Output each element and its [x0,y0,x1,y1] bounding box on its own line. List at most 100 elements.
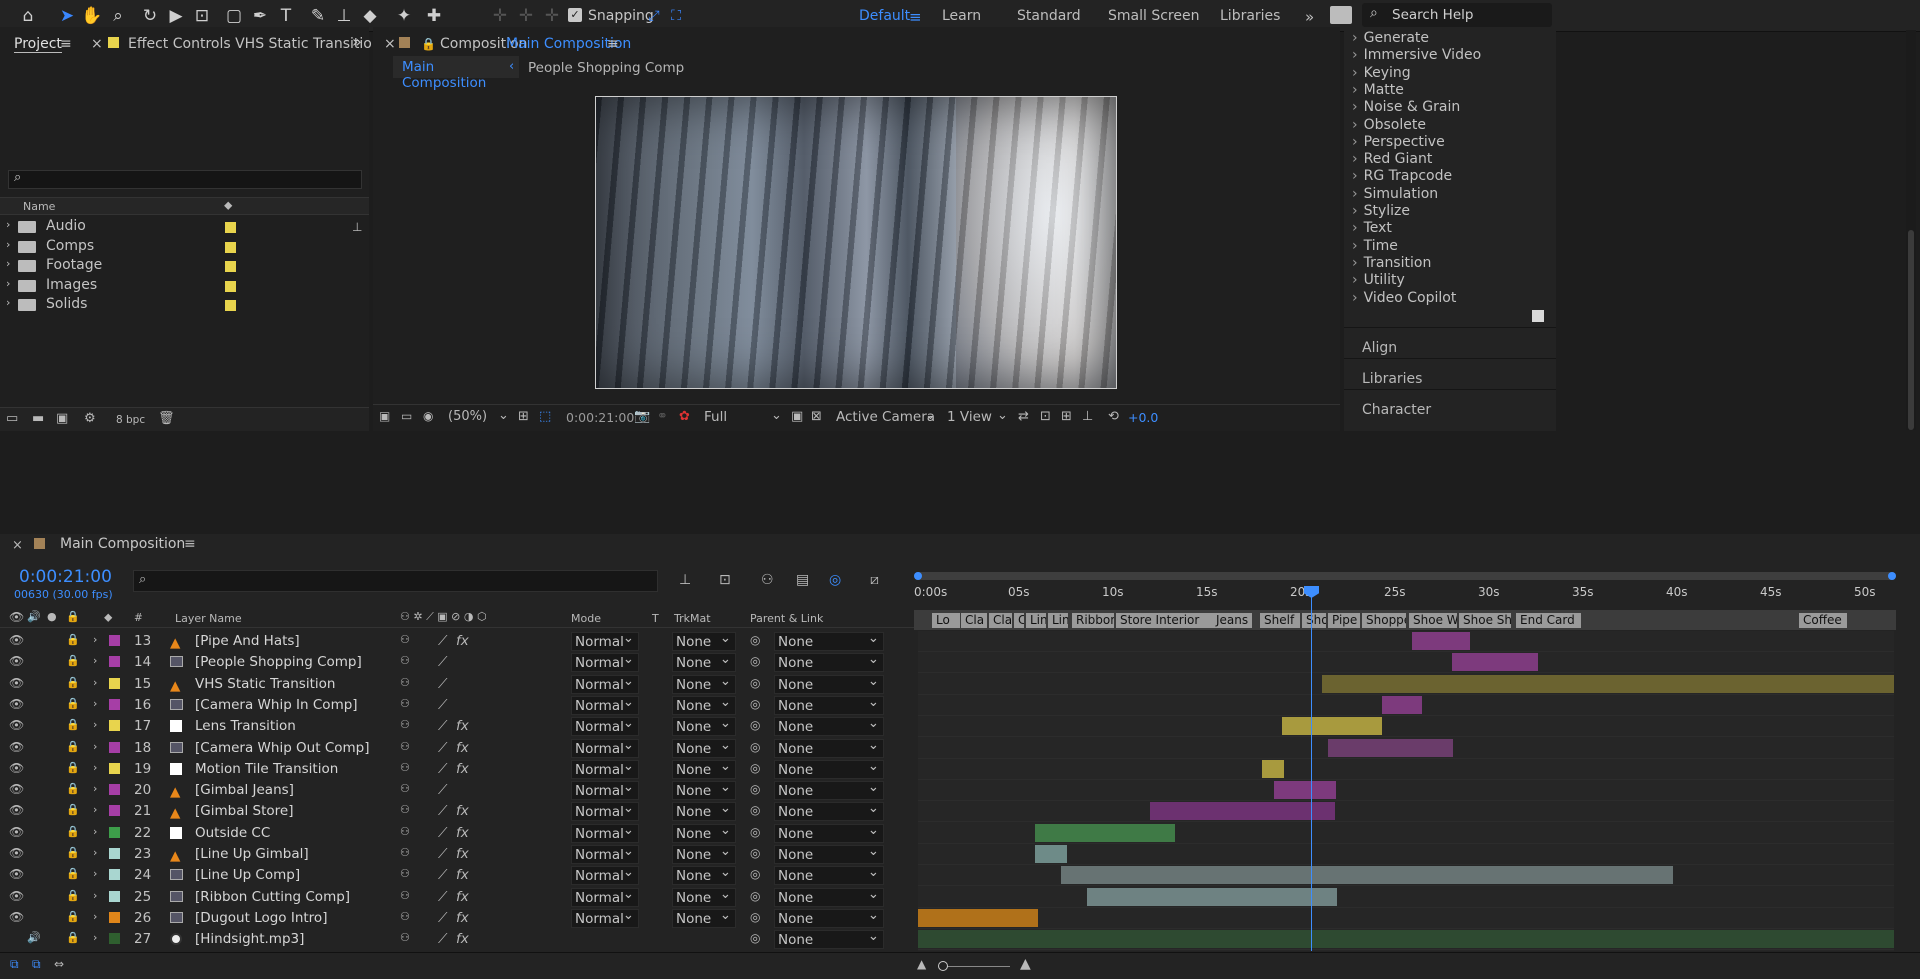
pick-whip-icon[interactable]: ◎ [750,931,760,945]
eye-icon[interactable]: 👁 [9,867,24,881]
comp-marker[interactable]: Cla [961,613,987,628]
tab-project[interactable]: Project [14,36,62,53]
mode-dropdown[interactable]: Normal [571,800,639,822]
layer-label-swatch[interactable] [109,784,120,796]
lock-icon[interactable]: 🔒 [66,910,80,923]
clone-stamp-tool-icon[interactable]: ⊥ [332,4,356,28]
comp-marker[interactable]: Shoe Wa [1409,613,1457,628]
pick-whip-icon[interactable]: ◎ [750,761,760,775]
marker-row[interactable]: Lo Cla Cla C Lin Lin Ribbon Store Interior Jeans… [914,610,1896,630]
eye-icon[interactable]: 👁 [9,846,24,860]
layer-row[interactable]: 👁 🔒 › 20 ▲ [Gimbal Jeans] ⚇ ⟋ Normal Non… [0,779,915,801]
lock-icon[interactable]: 🔒 [66,889,80,902]
layer-label-swatch[interactable] [109,869,120,881]
snap-edges-icon[interactable]: ⤢ [642,4,666,28]
fx-icon[interactable]: fx [456,910,469,926]
shy-icon[interactable]: ⚇ [400,654,410,667]
eye-icon[interactable]: 👁 [9,676,24,690]
pick-whip-icon[interactable]: ◎ [750,740,760,754]
panel-menu-icon[interactable]: ≡ [184,536,196,552]
quality-icon[interactable]: ⟋ [438,910,447,926]
panel-overflow-icon[interactable]: » [352,32,362,51]
layer-label-swatch[interactable] [109,826,120,838]
parent-dropdown[interactable]: None [774,737,884,758]
layer-duration-bar[interactable] [1282,717,1382,736]
quality-icon[interactable]: ⟋ [438,718,447,734]
time-ruler[interactable]: 0:00s 05s 10s 15s 20s 25s 30s 35s 40s 45s 50s [914,585,1896,603]
graph-editor-icon[interactable]: ⧄ [870,572,879,588]
eye-icon[interactable]: 👁 [9,910,24,924]
quality-icon[interactable]: ⟋ [438,867,447,883]
view-layout-dropdown[interactable]: 1 View [947,409,992,425]
layer-duration-bar[interactable] [918,930,1894,949]
rotate-tool-icon[interactable]: ↻ [138,4,162,28]
comp-marker[interactable]: Pipe [1328,613,1360,628]
frame-blending-icon[interactable]: ▤ [796,572,809,588]
trkmat-dropdown[interactable]: None [672,715,736,737]
quality-icon[interactable]: ⟋ [438,697,447,713]
fx-icon[interactable]: fx [456,867,469,883]
trkmat-dropdown[interactable]: None [672,673,736,694]
trkmat-dropdown[interactable]: None [672,843,736,864]
color-channels-icon[interactable]: ✿ [679,409,690,424]
fx-icon[interactable]: fx [456,718,469,734]
shy-icon[interactable]: ⚇ [400,697,410,710]
tab-effect-controls[interactable]: Effect Controls VHS Static Transition [128,36,381,52]
comp-marker[interactable]: Ribbon [1072,613,1114,628]
layer-name[interactable]: [Line Up Comp] [195,867,300,883]
rectangle-tool-icon[interactable]: ▢ [222,4,246,28]
layer-label-swatch[interactable] [109,720,120,732]
label-column-icon[interactable]: ⬥ [104,610,112,625]
quality-icon[interactable]: ⟋ [438,761,447,777]
trkmat-dropdown[interactable]: None [672,694,736,715]
label-swatch[interactable] [225,222,236,233]
lock-icon[interactable]: 🔒 [66,931,80,944]
viewer-timecode[interactable]: 0:00:21:00 [566,410,634,425]
puppet-tool-icon[interactable]: ✚ [422,4,446,28]
speaker-icon[interactable]: 🔊 [27,931,41,944]
trkmat-dropdown[interactable]: None [672,630,736,651]
quality-icon[interactable]: ⟋ [438,825,447,841]
parent-dropdown[interactable]: None [774,928,884,950]
workspace-learn[interactable]: Learn [942,8,981,24]
effect-category[interactable]: › Red Giant [1352,151,1432,167]
chevron-right-icon[interactable]: › [93,931,97,944]
brush-tool-icon[interactable]: ✎ [306,4,330,28]
layer-row[interactable]: 👁 🔒 › 13 ▲ [Pipe And Hats] ⚇ ⟋ fx Normal… [0,630,915,652]
axis-world-icon[interactable]: ✛ [514,4,538,28]
layer-duration-bar[interactable] [1412,632,1470,650]
always-preview-icon[interactable]: ▣ [379,409,390,423]
section-character[interactable]: Character [1344,389,1556,425]
layer-duration-bar[interactable] [1035,845,1067,863]
flowchart-icon[interactable]: ⊥ [352,220,362,234]
layer-label-swatch[interactable] [109,741,120,753]
new-folder-icon[interactable]: ▬ [32,411,44,426]
chevron-right-icon[interactable]: › [93,867,97,880]
chevron-right-icon[interactable]: › [6,218,10,231]
layer-name[interactable]: Lens Transition [195,718,296,734]
scrollbar-thumb[interactable] [1908,230,1914,430]
chevron-right-icon[interactable]: › [93,782,97,795]
label-swatch[interactable] [225,261,236,272]
region-of-interest-icon[interactable]: ⬚ [539,409,551,424]
layer-duration-bar[interactable] [1322,674,1894,693]
eye-icon[interactable]: 👁 [9,782,24,796]
chevron-right-icon[interactable]: › [93,718,97,731]
parent-dropdown[interactable]: None [774,822,884,843]
zoom-out-icon[interactable]: ▲ [917,957,926,971]
eye-icon[interactable]: 👁 [9,654,24,668]
layer-row[interactable]: 👁 🔒 › 24 [Line Up Comp] ⚇ ⟋ fx Normal No… [0,864,915,886]
trash-icon[interactable]: 🗑 [158,411,175,426]
layer-label-swatch[interactable] [109,911,120,923]
effect-category[interactable]: › Text [1352,220,1392,236]
project-folder-comps[interactable]: › Comps [0,237,369,256]
layer-row[interactable]: 👁 🔒 › 19 Motion Tile Transition ⚇ ⟋ fx N… [0,758,915,780]
camera-tool-icon[interactable]: ▶ [164,4,188,28]
shy-icon[interactable]: ⚇ [400,633,410,646]
quality-icon[interactable]: ⟋ [438,740,447,756]
trkmat-dropdown[interactable]: None [672,886,736,907]
project-folder-solids[interactable]: › Solids [0,295,369,314]
selection-tool-icon[interactable]: ➤ [55,4,79,28]
quality-icon[interactable]: ⟋ [438,889,447,905]
lock-icon[interactable]: 🔒 [66,867,80,880]
